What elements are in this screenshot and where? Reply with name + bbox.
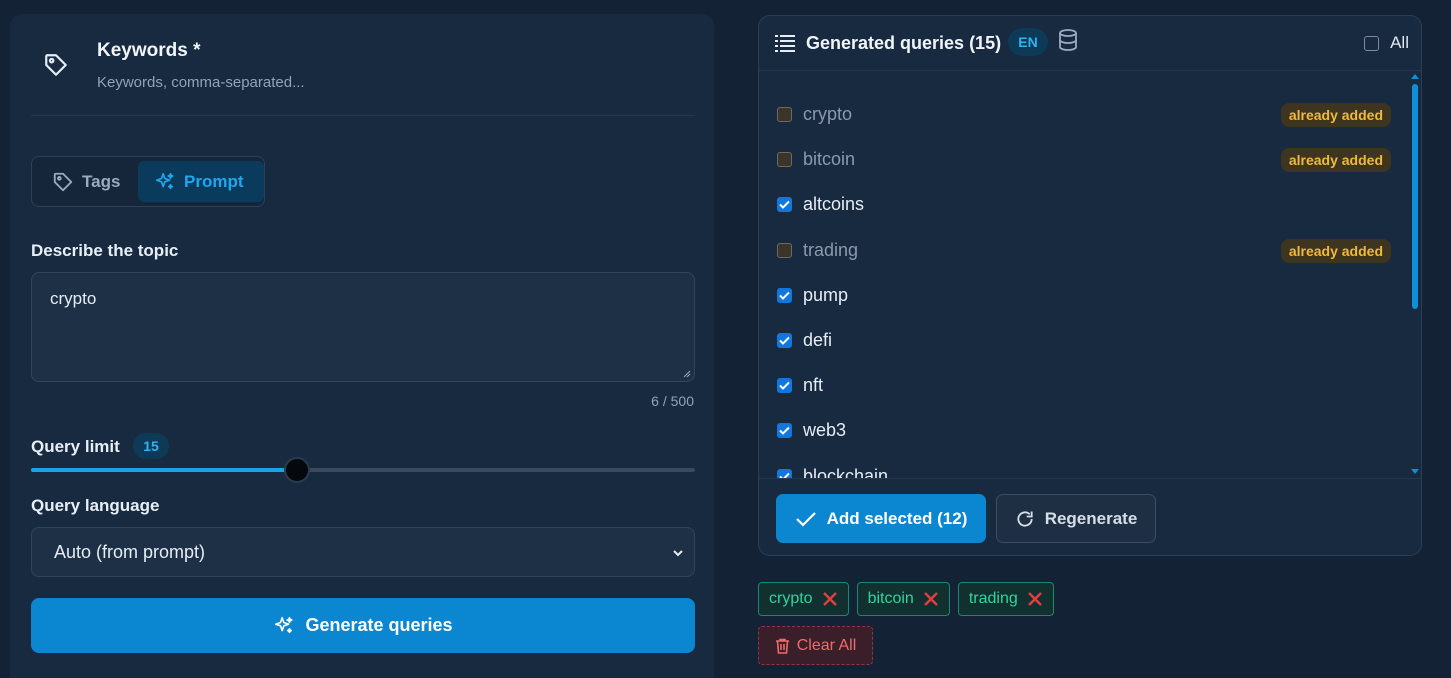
topic-value: crypto (50, 289, 97, 308)
query-item[interactable]: nft (777, 363, 1397, 408)
query-item[interactable]: altcoins (777, 182, 1397, 227)
trash-icon (775, 638, 789, 654)
refresh-icon (1017, 510, 1033, 527)
select-all[interactable]: All (1364, 33, 1409, 53)
check-icon (779, 381, 790, 391)
keyword-chip: bitcoin (856, 582, 950, 616)
clear-all-label: Clear All (796, 636, 857, 654)
query-list: crypto already added bitcoin already added a… (759, 72, 1409, 478)
generated-queries-footer: Add selected (12) Regenerate (759, 478, 1421, 555)
selected-keywords: crypto bitcoin trading (758, 582, 1054, 616)
list-scrollbar[interactable] (1411, 74, 1419, 474)
remove-chip-icon[interactable] (822, 591, 838, 607)
database-icon (1059, 29, 1077, 51)
clear-all-button[interactable]: Clear All (758, 626, 873, 665)
query-limit-slider[interactable] (31, 457, 695, 483)
topic-label: Describe the topic (31, 241, 179, 260)
tab-prompt-label: Prompt (184, 171, 244, 191)
check-icon (779, 427, 790, 436)
sparkles-icon (275, 616, 294, 633)
query-item-label: pump (803, 284, 849, 305)
query-item-label: nft (803, 375, 824, 396)
language-badge: EN (1008, 28, 1048, 56)
tag-icon (53, 172, 73, 191)
query-language-select[interactable]: Auto (from prompt) (31, 527, 695, 577)
select-all-checkbox[interactable] (1364, 35, 1380, 51)
query-item-label: altcoins (803, 194, 865, 215)
query-item-checkbox[interactable] (777, 378, 792, 394)
query-item-checkbox[interactable] (777, 107, 792, 122)
query-item[interactable]: trading already added (777, 228, 1397, 273)
keywords-title: Keywords * (97, 40, 201, 61)
check-icon (795, 511, 816, 527)
tag-icon (45, 54, 67, 76)
generated-queries-card: Generated queries (15) EN All crypto alre… (758, 15, 1422, 556)
check-icon (779, 291, 790, 300)
query-item[interactable]: pump (777, 273, 1397, 318)
list-icon (775, 35, 795, 52)
scroll-up-icon[interactable] (1411, 74, 1419, 79)
query-item-label: bitcoin (803, 149, 856, 170)
check-icon (779, 201, 790, 210)
query-item-label: defi (803, 330, 833, 350)
topic-textarea[interactable]: crypto (31, 272, 695, 382)
query-item-checkbox[interactable] (777, 242, 792, 258)
check-icon (779, 336, 790, 345)
slider-thumb[interactable] (283, 457, 310, 483)
generated-queries-header: Generated queries (15) EN All (759, 16, 1421, 71)
keywords-subtitle: Keywords, comma-separated... (97, 74, 305, 91)
select-all-label: All (1390, 33, 1409, 52)
char-count: 6 / 500 (651, 393, 694, 409)
chevron-down-icon (673, 550, 683, 557)
scroll-down-icon[interactable] (1411, 469, 1419, 474)
slider-fill (31, 468, 297, 472)
query-item-label: blockchain (803, 465, 889, 478)
remove-chip-icon[interactable] (1027, 591, 1043, 607)
generated-queries-title: Generated queries (15) (806, 33, 1002, 53)
mode-toggle: Tags Prompt (31, 156, 265, 207)
query-limit-badge: 15 (133, 433, 169, 459)
query-item[interactable]: defi (777, 318, 1397, 363)
query-item-label: web3 (803, 420, 847, 441)
query-item-checkbox[interactable] (777, 333, 792, 348)
already-added-badge: already added (1280, 238, 1391, 263)
query-item-checkbox[interactable] (777, 152, 792, 168)
query-item[interactable]: blockchain (777, 454, 1397, 478)
keyword-chip: crypto (758, 582, 849, 616)
tab-tags-label: Tags (82, 171, 121, 191)
query-item-label: crypto (803, 104, 853, 124)
keywords-header: Keywords * Keywords, comma-separated... (31, 34, 695, 116)
add-selected-label: Add selected (12) (826, 508, 968, 528)
already-added-badge: already added (1280, 148, 1391, 173)
already-added-badge: already added (1280, 103, 1391, 127)
tab-prompt[interactable]: Prompt (138, 161, 264, 202)
regenerate-button[interactable]: Regenerate (996, 494, 1156, 543)
keyword-chip-label: crypto (769, 590, 813, 607)
query-limit-label: Query limit (31, 437, 120, 456)
query-item[interactable]: web3 (777, 408, 1397, 453)
keyword-chip: trading (957, 582, 1054, 616)
tab-tags[interactable]: Tags (38, 161, 134, 202)
regenerate-label: Regenerate (1044, 508, 1138, 528)
query-item-checkbox[interactable] (777, 287, 792, 303)
remove-chip-icon[interactable] (923, 591, 939, 607)
keyword-form-panel: Keywords * Keywords, comma-separated... … (10, 14, 714, 678)
add-selected-button[interactable]: Add selected (12) (776, 494, 986, 543)
scroll-thumb[interactable] (1412, 84, 1418, 309)
query-item[interactable]: bitcoin already added (777, 137, 1397, 182)
query-item-checkbox[interactable] (777, 197, 792, 213)
keyword-chip-label: bitcoin (867, 590, 914, 607)
sparkles-icon (155, 172, 174, 189)
generate-queries-label: Generate queries (305, 615, 453, 635)
query-language-value: Auto (from prompt) (54, 541, 206, 562)
query-item-checkbox[interactable] (777, 468, 792, 478)
query-item-checkbox[interactable] (777, 423, 792, 439)
generate-queries-button[interactable]: Generate queries (31, 598, 695, 653)
query-item-label: trading (803, 239, 859, 260)
resize-handle-icon[interactable] (683, 370, 691, 378)
keyword-chip-label: trading (968, 590, 1018, 607)
query-language-label: Query language (31, 496, 160, 515)
query-item[interactable]: crypto already added (777, 92, 1397, 137)
